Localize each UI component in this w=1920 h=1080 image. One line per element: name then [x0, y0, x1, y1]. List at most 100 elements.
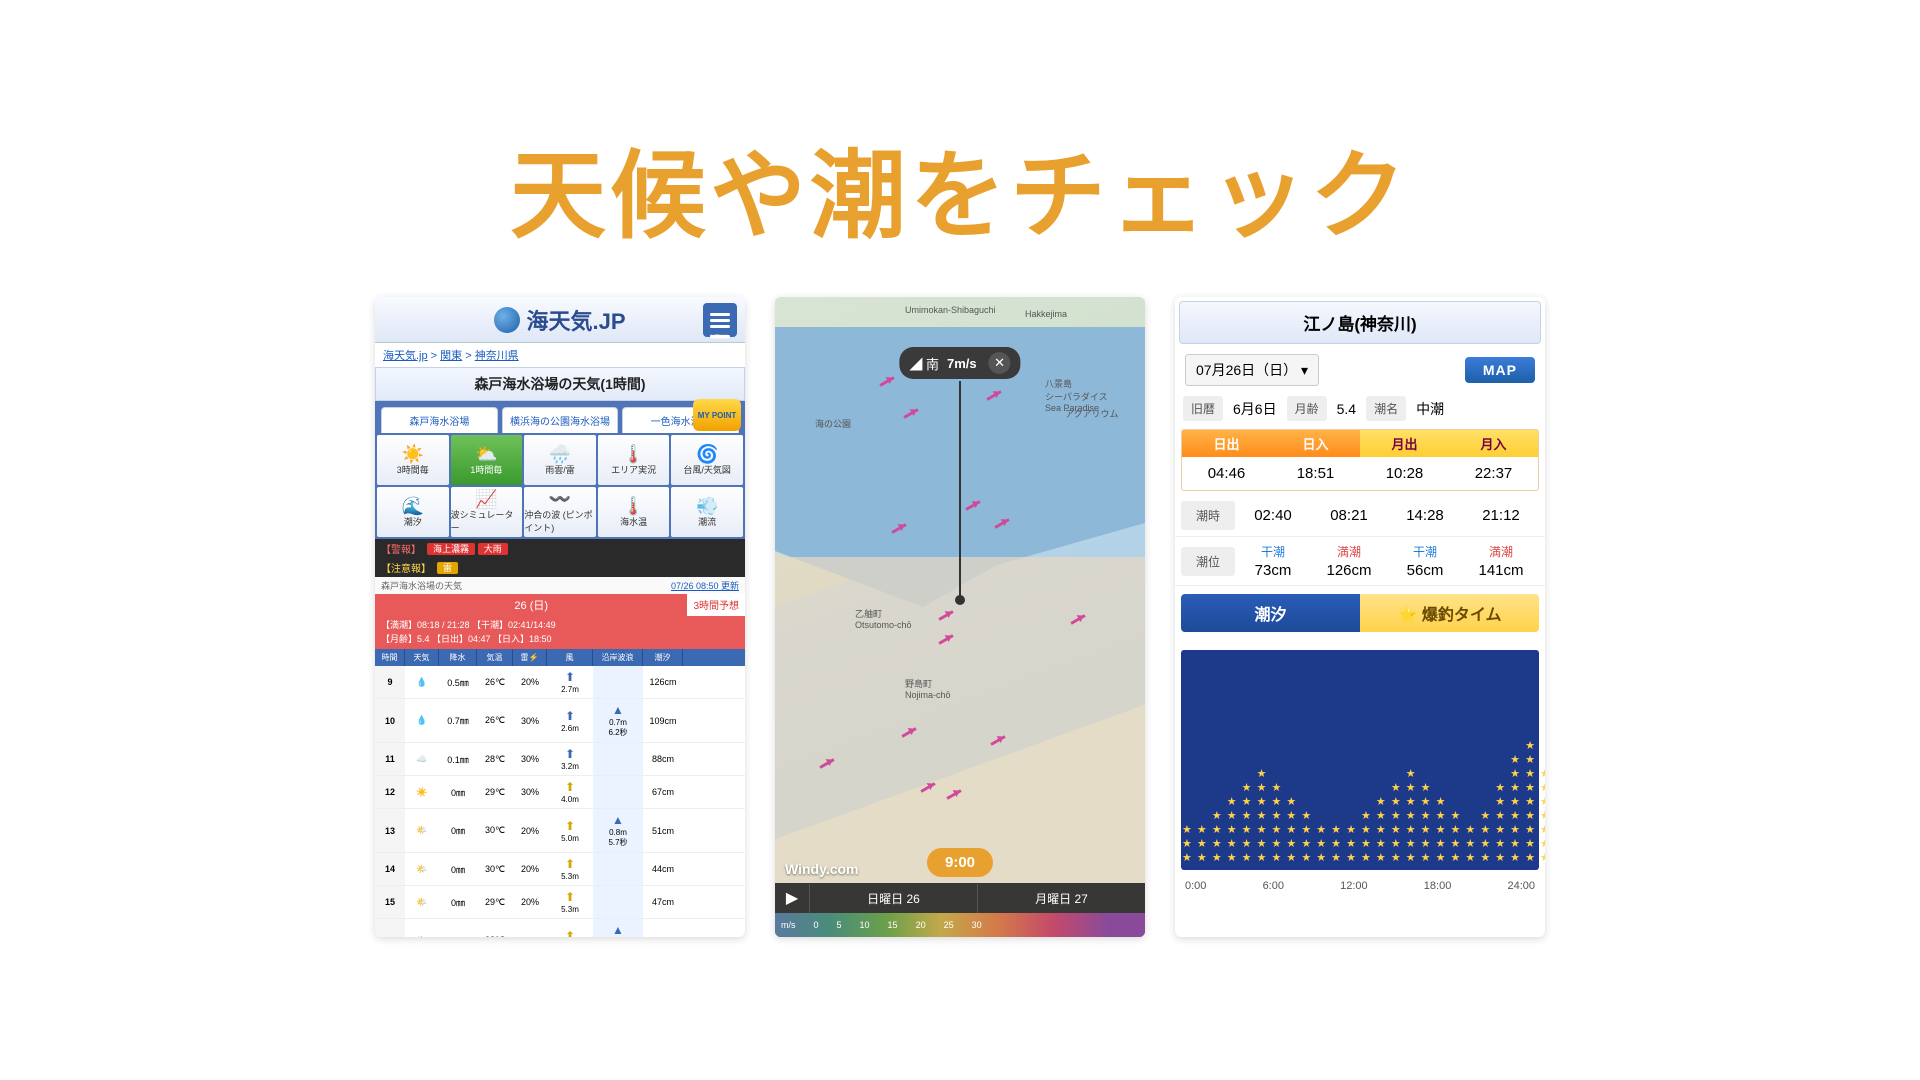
tide-level-label: 潮位	[1181, 547, 1235, 576]
star-icon: ★	[1525, 753, 1535, 766]
feature-潮流[interactable]: 💨潮流	[671, 487, 743, 537]
crumb-2[interactable]: 神奈川県	[475, 350, 519, 362]
close-icon[interactable]: ✕	[989, 352, 1011, 374]
location-tab-0[interactable]: 森戸海水浴場	[381, 407, 498, 433]
location-title: 江ノ島(神奈川)	[1179, 301, 1541, 344]
feature-雨雲/雷[interactable]: 🌧️雨雲/雷	[524, 435, 596, 485]
forecast-3h-button[interactable]: 3時間予想	[687, 594, 745, 616]
feature-1時間毎[interactable]: ⛅1時間毎	[451, 435, 523, 485]
star-icon: ★	[1436, 823, 1446, 836]
star-icon: ★	[1525, 809, 1535, 822]
star-icon: ★	[1212, 823, 1222, 836]
tide-tab-潮汐[interactable]: 潮汐	[1181, 594, 1360, 632]
mypoint-badge[interactable]: MY POINT	[693, 399, 741, 431]
star-icon: ★	[1212, 851, 1222, 864]
sun-moon-band: 日出日入月出月入04:4618:5110:2822:37	[1181, 429, 1539, 491]
star-icon: ★	[1480, 809, 1490, 822]
tide-level: 干潮56cm	[1387, 543, 1463, 579]
meta-label: 月齢	[1287, 396, 1327, 421]
star-icon: ★	[1361, 809, 1371, 822]
star-icon: ★	[1406, 767, 1416, 780]
star-icon: ★	[1436, 837, 1446, 850]
tide-time-label: 潮時	[1181, 501, 1235, 530]
forecast-row: 10💧0.7㎜26℃30%⬆2.6m▲0.7m6.2秒109cm	[375, 699, 745, 743]
forecast-header: 時間天気降水気温雷⚡風沿岸波浪潮汐	[375, 649, 745, 666]
star-icon: ★	[1227, 851, 1237, 864]
feature-潮汐[interactable]: 🌊潮汐	[377, 487, 449, 537]
feature-icon: 〰️	[549, 490, 571, 508]
feature-エリア実況[interactable]: 🌡️エリア実況	[598, 435, 670, 485]
star-icon: ★	[1510, 781, 1520, 794]
feature-海水温[interactable]: 🌡️海水温	[598, 487, 670, 537]
star-icon: ★	[1480, 823, 1490, 836]
forecast-row: 16🌤️0㎜28℃20%⬆5.4m▲0.9m5.7秒61cm	[375, 919, 745, 937]
panel-windy-map[interactable]: Umimokan-ShibaguchiHakkejima八景島シーパラダイスSe…	[775, 297, 1145, 937]
star-icon: ★	[1540, 823, 1545, 836]
crumb-1[interactable]: 関東	[440, 350, 462, 362]
date-select[interactable]: 07月26日（日） ▾	[1185, 354, 1319, 386]
star-icon: ★	[1227, 795, 1237, 808]
sunmoon-header: 月入	[1449, 430, 1538, 457]
star-icon: ★	[1272, 809, 1282, 822]
breadcrumb: 海天気.jp > 関東 > 神奈川県	[375, 343, 745, 367]
app-logo[interactable]: 海天気.JP	[494, 304, 625, 336]
star-icon: ★	[1376, 823, 1386, 836]
warning-bar: 【警報】 海上濃霧 大雨 【注意報】 雷	[375, 539, 745, 577]
app-header: 海天気.JP MENU	[375, 297, 745, 343]
warning-badge: 大雨	[478, 543, 508, 555]
star-icon: ★	[1510, 795, 1520, 808]
sunmoon-value: 04:46	[1182, 457, 1271, 490]
day-1[interactable]: 月曜日 27	[977, 884, 1145, 913]
tide-level: 干潮73cm	[1235, 543, 1311, 579]
feature-沖合の波 (ピンポイント)[interactable]: 〰️沖合の波 (ピンポイント)	[524, 487, 596, 537]
star-icon: ★	[1331, 823, 1341, 836]
feature-icon: 🌧️	[549, 445, 571, 463]
sunmoon-header: 月出	[1360, 430, 1449, 457]
feature-3時間毎[interactable]: ☀️3時間毎	[377, 435, 449, 485]
fishing-chart: 0:006:0012:0018:0024:00 ★★★★★★★★★★★★★★★★…	[1181, 650, 1539, 870]
star-icon: ★	[1197, 823, 1207, 836]
star-icon: ★	[1272, 795, 1282, 808]
warning-label: 【警報】	[381, 541, 421, 556]
forecast-body: 9💧0.5㎜26℃20%⬆2.7m126cm10💧0.7㎜26℃30%⬆2.6m…	[375, 666, 745, 937]
star-icon: ★	[1227, 837, 1237, 850]
tide-time-row: 潮時02:4008:2114:2821:12	[1175, 495, 1545, 537]
star-icon: ★	[1376, 837, 1386, 850]
star-icon: ★	[1421, 781, 1431, 794]
star-icon: ★	[1286, 851, 1296, 864]
star-icon: ★	[1465, 837, 1475, 850]
meta-value: 6月6日	[1229, 399, 1281, 419]
play-button[interactable]: ▶	[775, 888, 809, 908]
star-icon: ★	[1361, 851, 1371, 864]
star-icon: ★	[1272, 781, 1282, 794]
star-icon: ★	[1540, 795, 1545, 808]
time-badge[interactable]: 9:00	[927, 848, 993, 877]
star-icon: ★	[1257, 851, 1267, 864]
menu-button[interactable]: MENU	[703, 303, 737, 337]
menu-label: MENU	[710, 335, 730, 338]
feature-台風/天気図[interactable]: 🌀台風/天気図	[671, 435, 743, 485]
star-icon: ★	[1540, 837, 1545, 850]
map-button[interactable]: MAP	[1465, 357, 1535, 383]
updated-link[interactable]: 07/26 08:50 更新	[671, 579, 739, 592]
star-icon: ★	[1391, 781, 1401, 794]
star-icon: ★	[1301, 851, 1311, 864]
forecast-row: 9💧0.5㎜26℃20%⬆2.7m126cm	[375, 666, 745, 699]
feature-波シミュレーター[interactable]: 📈波シミュレーター	[451, 487, 523, 537]
star-icon: ★	[1257, 767, 1267, 780]
star-icon: ★	[1316, 823, 1326, 836]
star-icon: ★	[1212, 809, 1222, 822]
star-icon: ★	[1242, 837, 1252, 850]
star-icon: ★	[1227, 823, 1237, 836]
star-icon: ★	[1391, 795, 1401, 808]
tide-info: 【満潮】08:18 / 21:28 【干潮】02:41/14:49 【月齢】5.…	[375, 616, 745, 649]
feature-icon: 🌊	[402, 497, 424, 515]
location-tab-1[interactable]: 横浜海の公園海水浴場	[502, 407, 619, 433]
day-0[interactable]: 日曜日 26	[809, 884, 977, 913]
tide-tab-爆釣タイム[interactable]: ⭐ 爆釣タイム	[1360, 594, 1539, 632]
crumb-0[interactable]: 海天気.jp	[383, 350, 428, 362]
star-icon: ★	[1301, 809, 1311, 822]
star-icon: ★	[1406, 809, 1416, 822]
star-icon: ★	[1182, 851, 1192, 864]
globe-icon	[494, 307, 520, 333]
